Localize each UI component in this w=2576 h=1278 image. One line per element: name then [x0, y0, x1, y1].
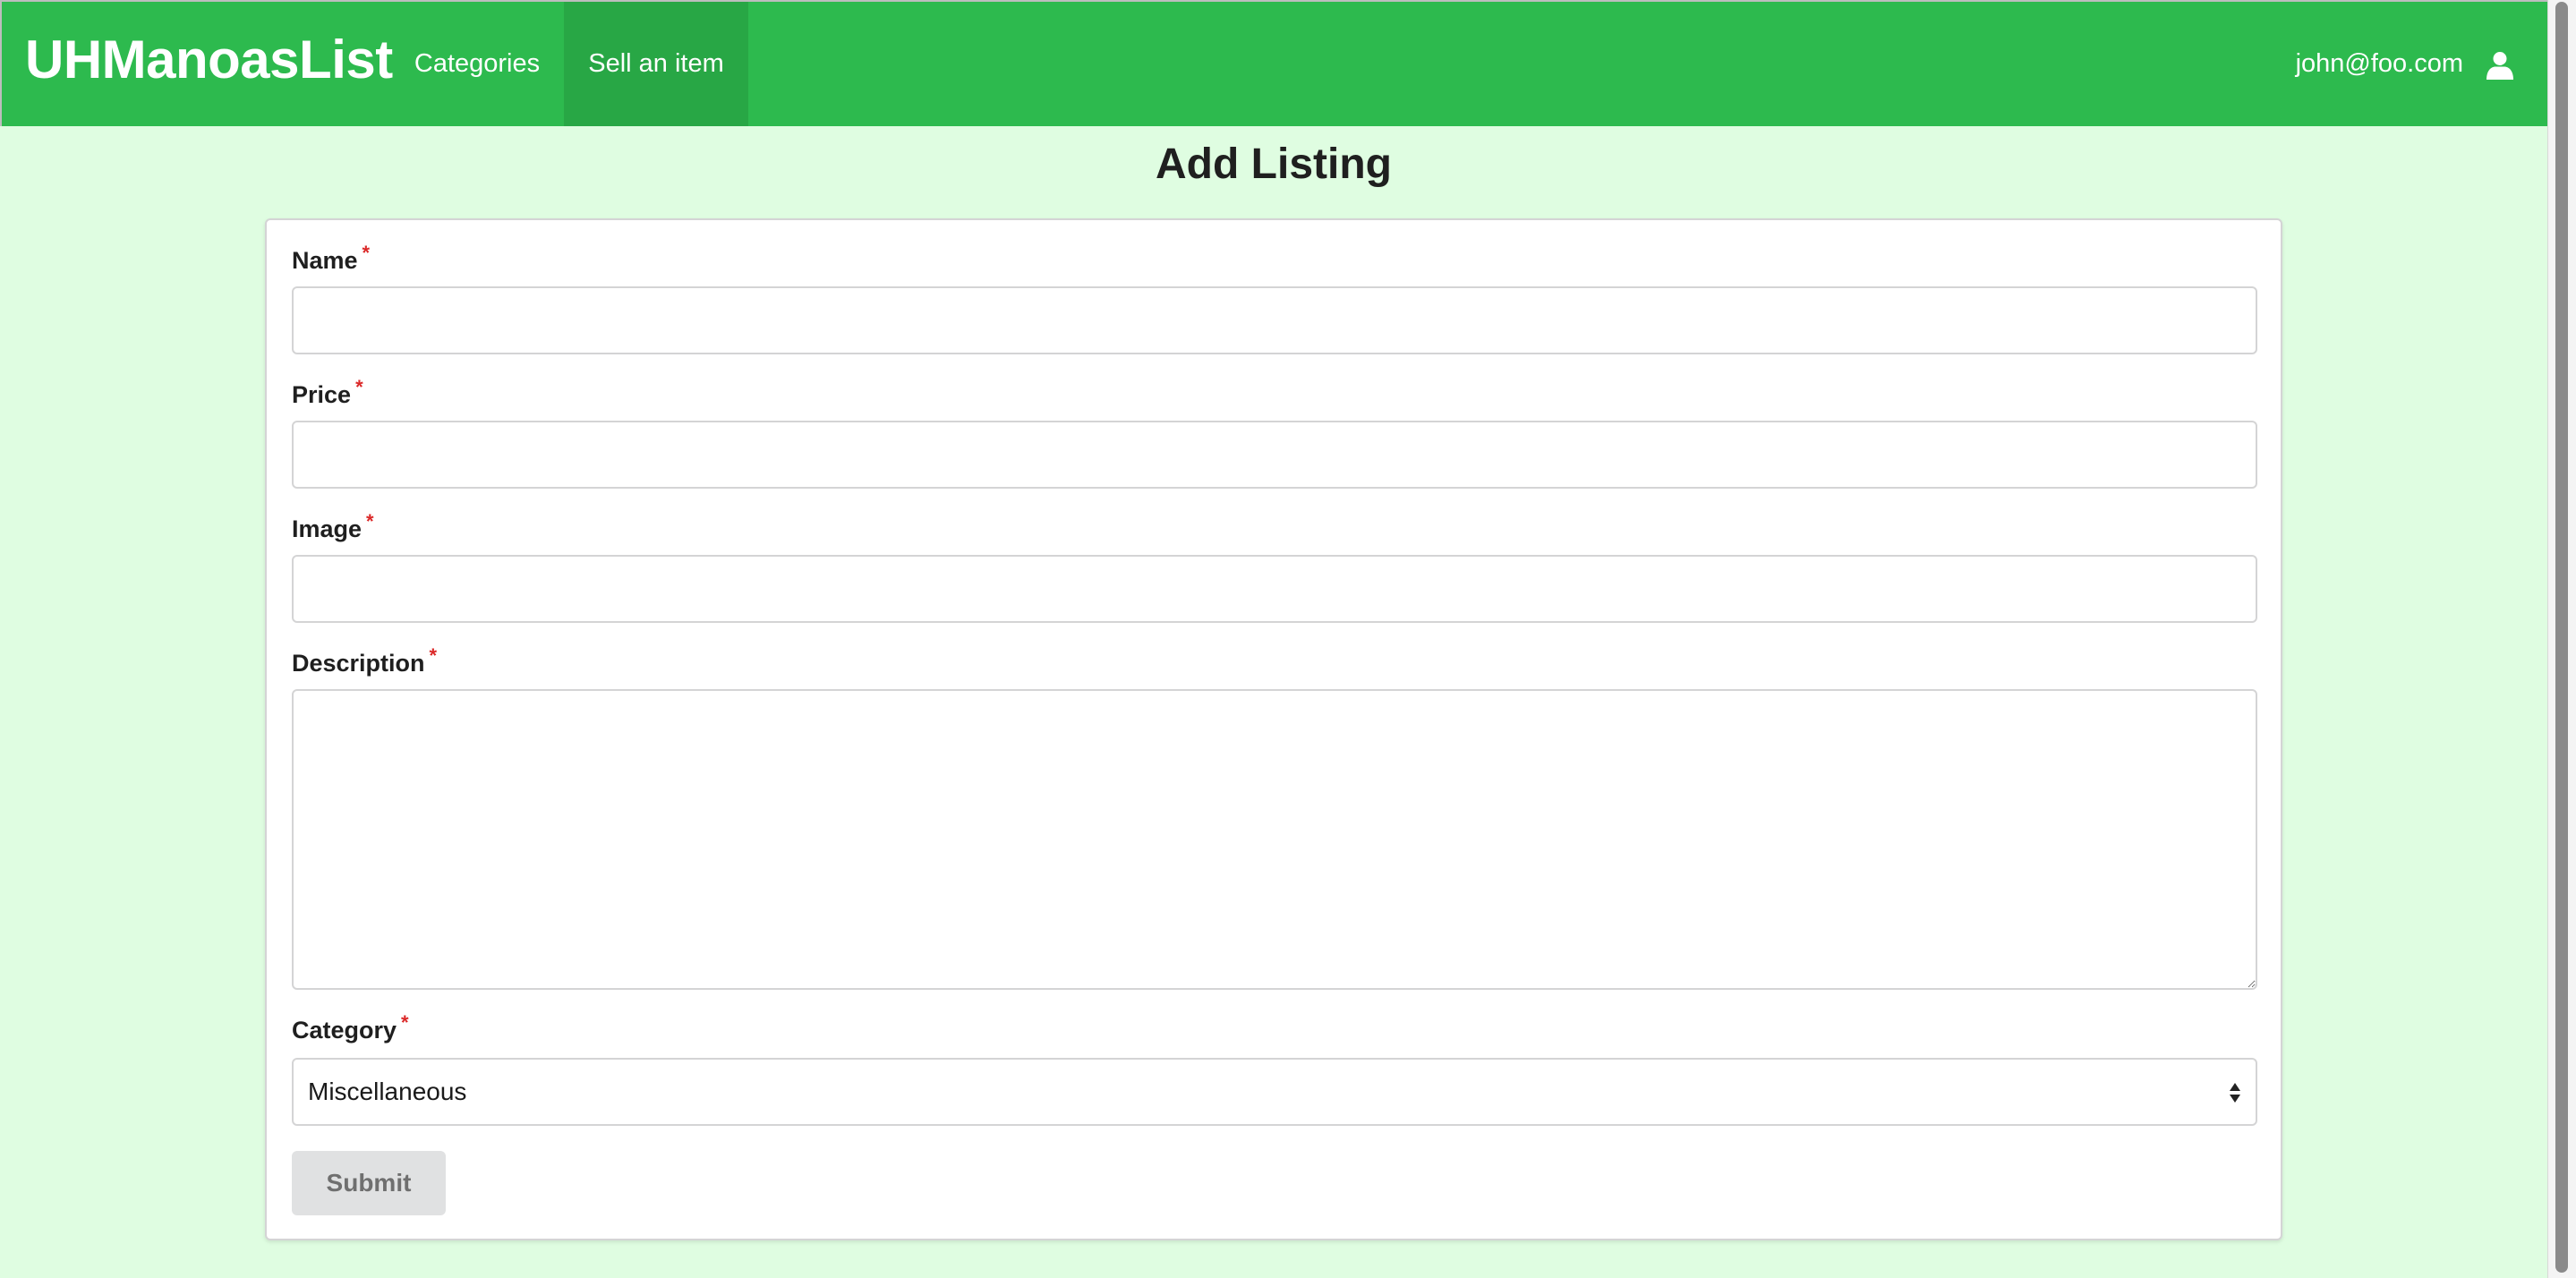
name-input[interactable]	[292, 286, 2257, 354]
name-label: Name *	[292, 242, 370, 275]
page-scrollbar[interactable]	[2547, 0, 2576, 1278]
nav-item-sell-an-item[interactable]: Sell an item	[564, 2, 748, 126]
description-textarea[interactable]	[292, 689, 2257, 990]
submit-button[interactable]: Submit	[292, 1151, 446, 1215]
category-label-text: Category	[292, 1017, 397, 1044]
name-label-text: Name	[292, 247, 358, 274]
add-listing-form: Name * Price * Image * Description * Categor…	[265, 218, 2282, 1240]
user-email-dropdown[interactable]: john@foo.com	[2296, 2, 2463, 126]
nav-item-categories[interactable]: Categories	[390, 2, 564, 126]
image-label-text: Image	[292, 515, 363, 542]
description-label: Description *	[292, 644, 437, 677]
price-input[interactable]	[292, 421, 2257, 489]
required-marker: *	[366, 510, 374, 532]
required-marker: *	[355, 376, 363, 398]
required-marker: *	[401, 1011, 409, 1034]
page-title: Add Listing	[1156, 141, 1392, 188]
select-arrows-icon	[2230, 1083, 2240, 1103]
category-selected-value: Miscellaneous	[308, 1078, 467, 1105]
price-label: Price *	[292, 376, 363, 409]
category-select[interactable]: Miscellaneous	[292, 1058, 2257, 1126]
category-label: Category *	[292, 1011, 409, 1044]
image-input[interactable]	[292, 555, 2257, 623]
top-navbar: UHManoasList Categories Sell an item joh…	[0, 0, 2547, 126]
scrollbar-thumb[interactable]	[2555, 2, 2568, 1273]
description-label-text: Description	[292, 650, 425, 677]
brand-logo-link[interactable]: UHManoasList	[25, 29, 393, 90]
user-icon[interactable]	[2486, 51, 2513, 80]
required-marker: *	[362, 242, 371, 264]
required-marker: *	[429, 644, 438, 667]
price-label-text: Price	[292, 381, 352, 408]
image-label: Image *	[292, 510, 374, 543]
